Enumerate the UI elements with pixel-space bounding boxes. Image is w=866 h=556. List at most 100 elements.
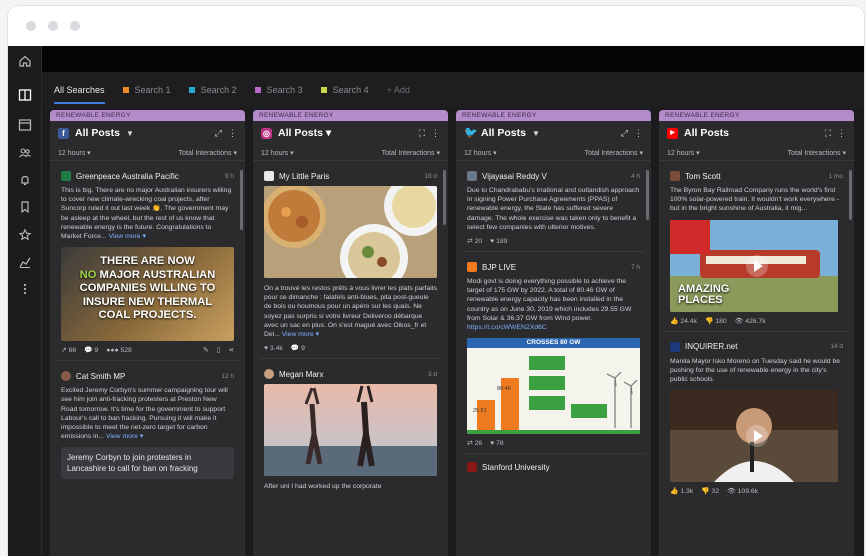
sort-dropdown[interactable]: Total Interactions ▾ — [179, 149, 237, 157]
time-filter-dropdown[interactable]: 12 hours ▾ — [58, 149, 91, 157]
chevron-down-icon[interactable]: ▼ — [126, 129, 134, 138]
post-card[interactable]: Tom Scott 1 mo The Byron Bay Railroad Co… — [665, 165, 848, 332]
tab-search-3[interactable]: Search 3 — [254, 72, 303, 108]
more-options-icon[interactable]: ⋮ — [837, 128, 846, 139]
post-image[interactable]: THERE ARE NOW NO MAJOR AUSTRALIAN COMPAN… — [61, 247, 234, 342]
star-icon[interactable] — [17, 228, 33, 244]
post-card[interactable]: Stanford University — [462, 458, 645, 484]
post-card[interactable]: Cat Smith MP 12 h Excited Jeremy Corbyn'… — [56, 365, 239, 486]
post-card[interactable]: BJP LIVE 7 h Modi govt is doing everythi… — [462, 256, 645, 455]
post-text: On a trouvé les restos prêts à vous livr… — [264, 284, 437, 339]
tab-all-searches[interactable]: All Searches — [54, 72, 105, 108]
column-title[interactable]: All Posts — [481, 127, 526, 139]
column-scrollbar[interactable] — [240, 170, 243, 230]
video-thumbnail[interactable]: AMAZING PLACES — [670, 219, 843, 312]
more-icon[interactable] — [17, 282, 33, 298]
post-author[interactable]: Megan Marx — [279, 370, 323, 379]
view-more-link[interactable]: View more ▾ — [109, 233, 146, 240]
window-icon[interactable] — [17, 118, 33, 134]
columns-icon[interactable] — [17, 88, 33, 104]
share-icon[interactable]: ⋖ — [228, 346, 234, 354]
post-image[interactable] — [264, 384, 437, 477]
post-author[interactable]: Cat Smith MP — [76, 372, 125, 381]
post-link[interactable]: https://t.co/cWWEN2Xd6C — [467, 324, 547, 331]
home-icon[interactable] — [17, 54, 33, 70]
post-card[interactable]: Vijayasai Reddy V 4 h Due to Chandrababu… — [462, 165, 645, 253]
window-control-minimize[interactable] — [48, 21, 58, 31]
post-header: Cat Smith MP 12 h — [61, 371, 234, 382]
sort-dropdown[interactable]: Total Interactions ▾ — [382, 149, 440, 157]
likes-count: 👍 1.3k — [670, 488, 694, 496]
view-more-link[interactable]: View more ▾ — [282, 331, 319, 338]
more-options-icon[interactable]: ⋮ — [431, 128, 440, 139]
tab-search-4[interactable]: Search 4 — [320, 72, 369, 108]
window-titlebar — [8, 6, 864, 46]
video-thumbnail[interactable] — [670, 390, 843, 483]
tab-color-swatch — [254, 87, 261, 93]
sort-dropdown[interactable]: Total Interactions ▾ — [585, 149, 643, 157]
facebook-icon: f — [58, 127, 69, 139]
chart-icon[interactable] — [17, 255, 33, 271]
column-topic-band: RENEWABLE ENERGY — [456, 110, 651, 121]
post-body: Manila Mayor Isko Moreno on Tuesday said… — [670, 357, 841, 384]
column-title[interactable]: All Posts — [75, 127, 120, 139]
avatar — [670, 341, 680, 352]
post-author[interactable]: Stanford University — [482, 463, 550, 472]
post-author[interactable]: Greenpeace Australia Pacific — [76, 172, 179, 181]
post-body: Excited Jeremy Corbyn's summer campaigni… — [61, 387, 228, 441]
bookmark-icon[interactable]: ▯ — [217, 346, 221, 354]
fullscreen-icon[interactable]: ⛶ — [419, 128, 425, 139]
window-control-close[interactable] — [26, 21, 36, 31]
post-card[interactable]: Greenpeace Australia Pacific 9 h This is… — [56, 165, 239, 362]
post-card[interactable]: Megan Marx 3 d After uni I had worked up… — [259, 363, 442, 498]
avatar — [467, 462, 477, 473]
time-filter-dropdown[interactable]: 12 hours ▾ — [464, 149, 497, 157]
time-filter-dropdown[interactable]: 12 hours ▾ — [667, 149, 700, 157]
post-author[interactable]: My Little Paris — [279, 172, 329, 181]
dislikes-count: 👎 32 — [701, 488, 720, 496]
post-author[interactable]: Vijayasai Reddy V — [482, 172, 547, 181]
image-text-line: COAL PROJECTS. — [98, 309, 197, 322]
column-topic-band: RENEWABLE ENERGY — [50, 110, 245, 121]
avatar — [61, 371, 71, 382]
column-scrollbar[interactable] — [849, 170, 852, 220]
play-icon[interactable] — [745, 254, 768, 277]
add-search-button[interactable]: + Add — [387, 72, 410, 108]
likes-count: ♥ 3.4k — [264, 344, 283, 352]
post-card[interactable]: My Little Paris 18 d On a trouvé les res… — [259, 165, 442, 360]
time-filter-dropdown[interactable]: 12 hours ▾ — [261, 149, 294, 157]
play-icon[interactable] — [745, 425, 768, 448]
link-preview[interactable]: Jeremy Corbyn to join protesters in Lanc… — [61, 447, 234, 480]
post-author[interactable]: Tom Scott — [685, 172, 721, 181]
column-title[interactable]: All Posts ▾ — [278, 127, 331, 139]
tab-search-2[interactable]: Search 2 — [188, 72, 237, 108]
chevron-down-icon[interactable]: ▼ — [532, 129, 540, 138]
fullscreen-icon[interactable]: ⛶ — [825, 128, 831, 139]
tab-search-1[interactable]: Search 1 — [122, 72, 171, 108]
column-scrollbar[interactable] — [646, 170, 649, 220]
more-options-icon[interactable]: ⋮ — [228, 128, 237, 139]
post-author[interactable]: BJP LIVE — [482, 263, 516, 272]
column-filter-row: 12 hours ▾ Total Interactions ▾ — [50, 145, 245, 161]
sort-dropdown[interactable]: Total Interactions ▾ — [788, 149, 846, 157]
instagram-icon: ◎ — [261, 127, 272, 139]
avatar — [467, 262, 477, 273]
more-options-icon[interactable]: ⋮ — [634, 128, 643, 139]
bookmark-icon[interactable] — [17, 200, 33, 216]
view-more-link[interactable]: View more ▾ — [106, 433, 143, 440]
post-card[interactable]: INQUIRER.net 14 d Manila Mayor Isko More… — [665, 335, 848, 502]
post-time: 18 d — [424, 172, 437, 180]
post-image[interactable]: CROSSES 80 GW 25.51 80.46 — [467, 338, 640, 435]
expand-icon[interactable]: ⤢ — [621, 128, 628, 139]
people-icon[interactable] — [17, 146, 33, 162]
bell-icon[interactable] — [17, 173, 33, 189]
window-control-maximize[interactable] — [70, 21, 80, 31]
infographic-chart — [467, 356, 640, 435]
retweets-count: ⇄ 26 — [467, 440, 483, 448]
post-image[interactable] — [264, 186, 437, 278]
post-author[interactable]: INQUIRER.net — [685, 342, 737, 351]
column-scrollbar[interactable] — [443, 170, 446, 225]
edit-icon[interactable]: ✎ — [203, 346, 209, 354]
expand-icon[interactable]: ⤢ — [215, 128, 222, 139]
column-title[interactable]: All Posts — [684, 127, 729, 139]
